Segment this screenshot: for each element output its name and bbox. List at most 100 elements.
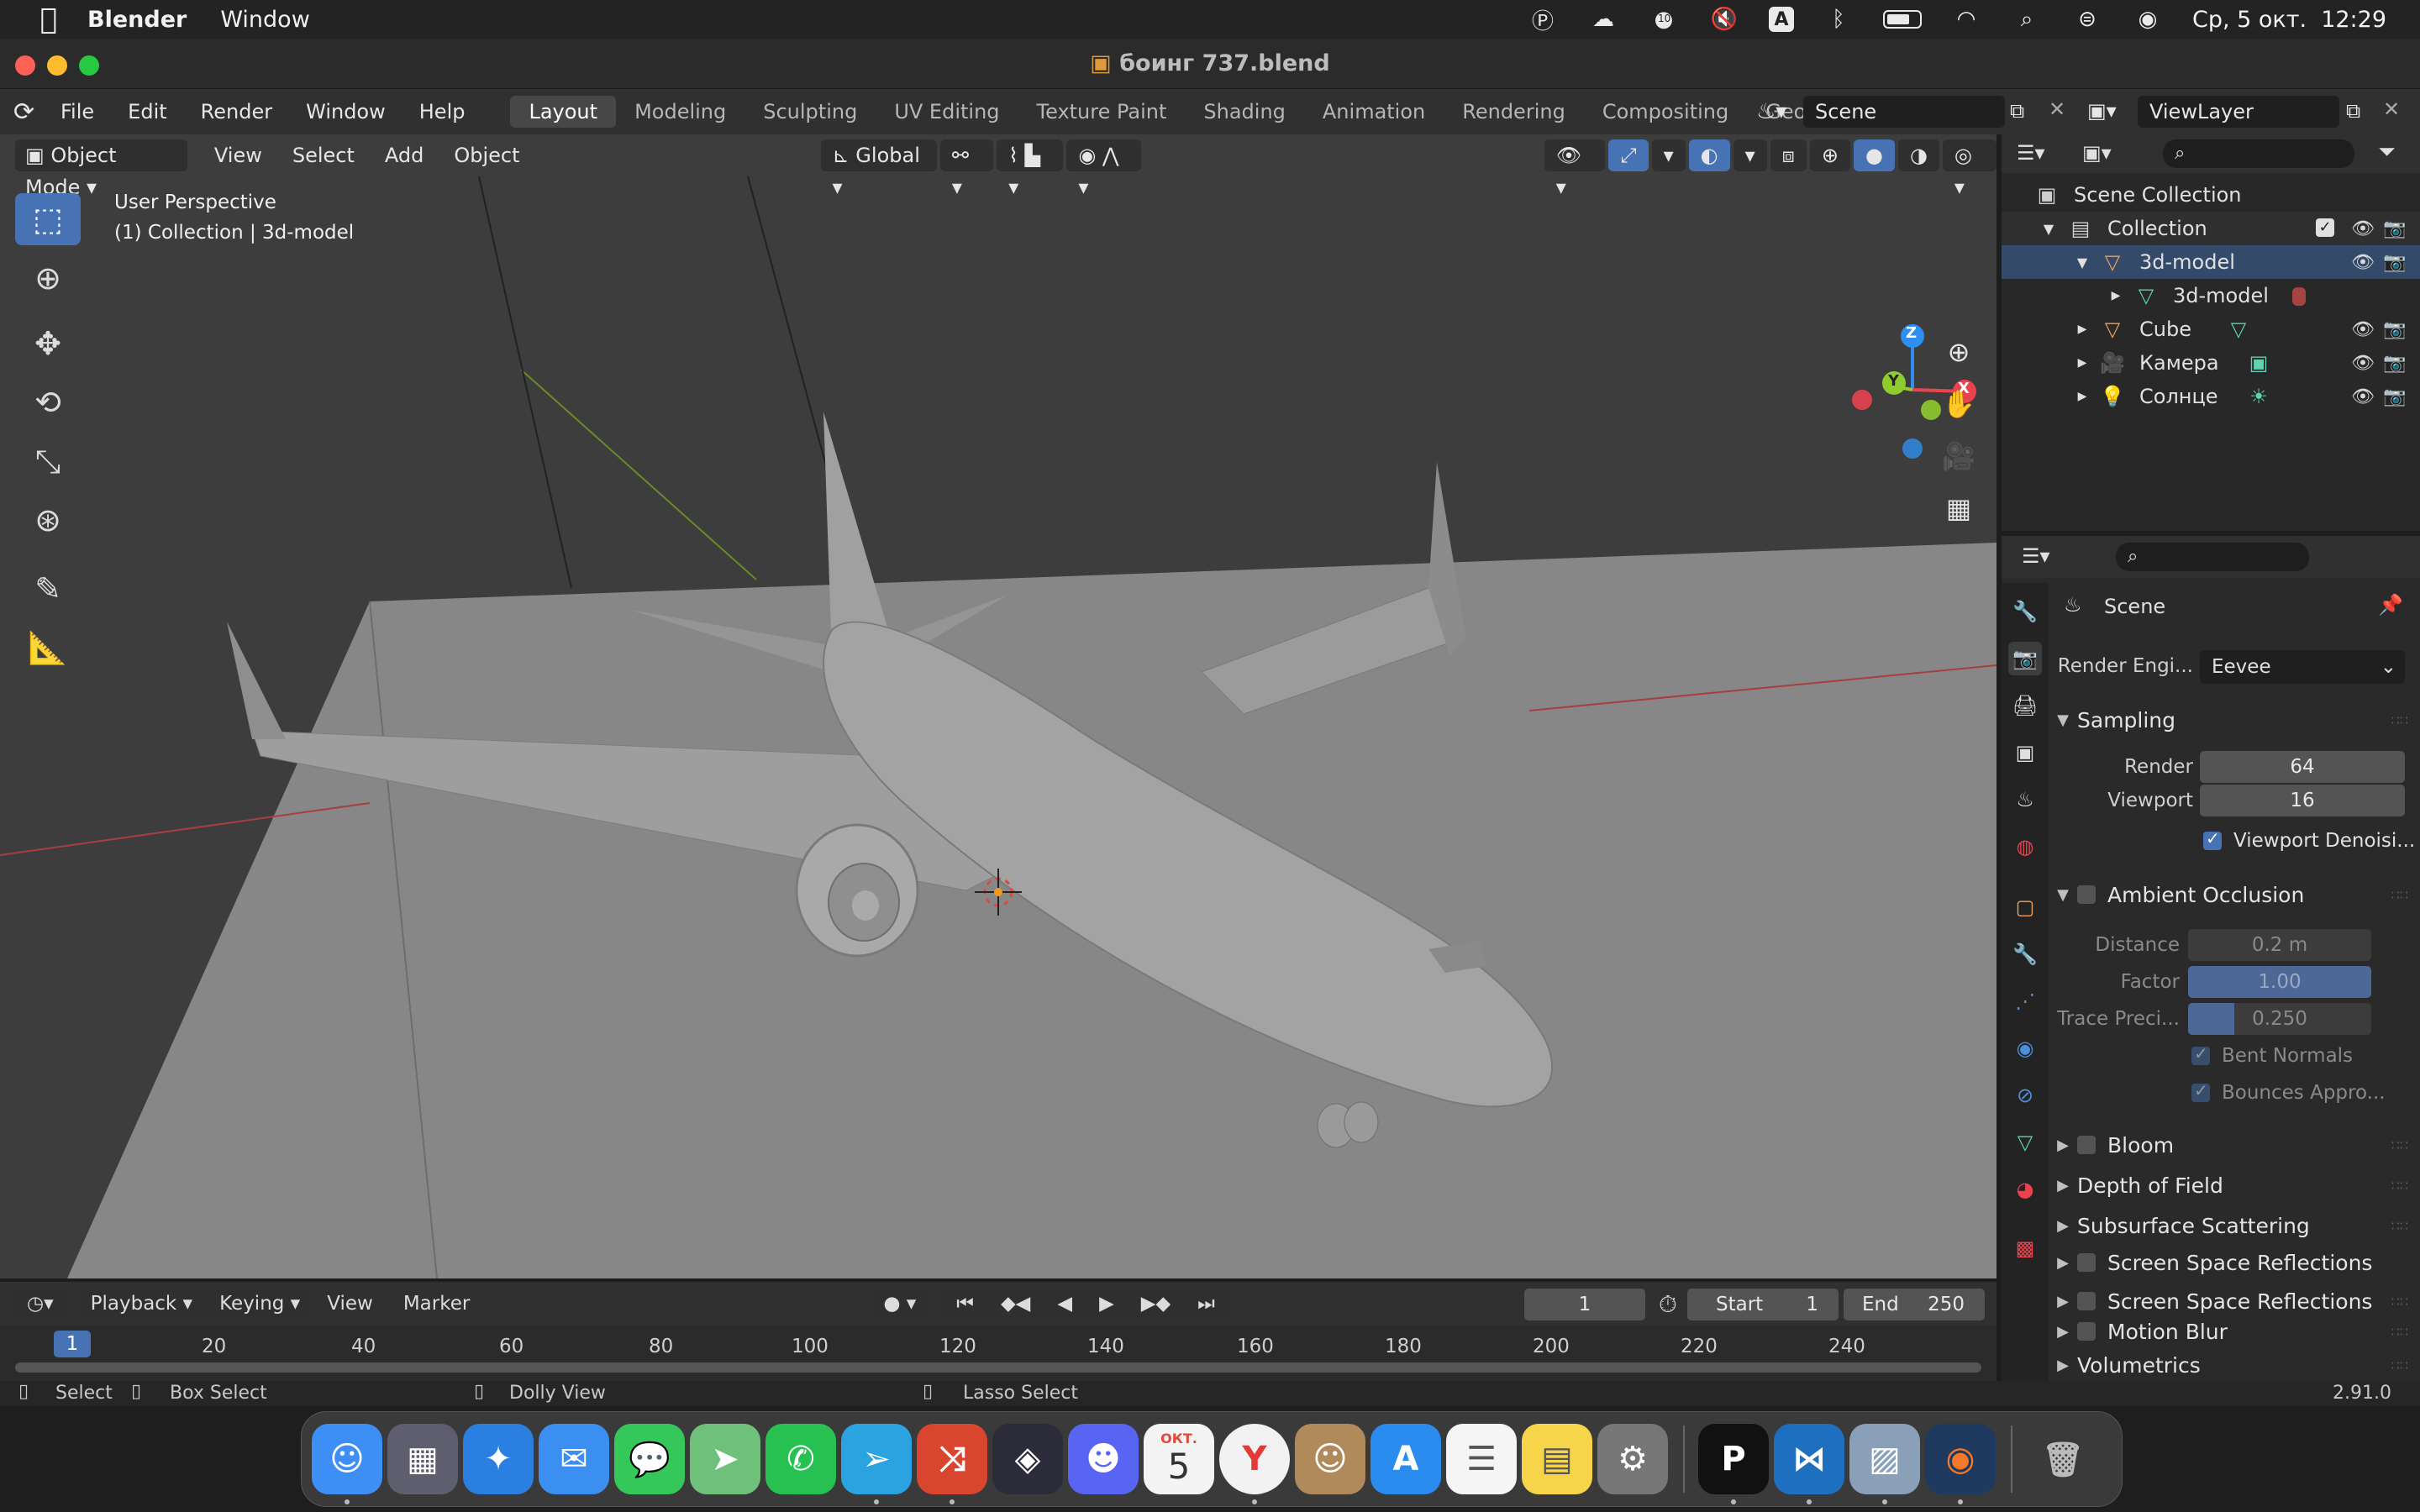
xray-toggle[interactable]: ⧈ xyxy=(1770,139,1807,171)
volumetrics-panel-header[interactable]: ▶ Volumetrics ∷∷ xyxy=(2049,1346,2420,1384)
snap-toggle-icon[interactable]: ⌇ ▙ ▾ xyxy=(997,139,1064,199)
modifier-tab-icon[interactable]: 🔧 xyxy=(2008,937,2042,971)
bloom-panel-header[interactable]: ▶ Bloom ∷∷ xyxy=(2049,1126,2420,1164)
davinci-resolve-icon[interactable]: ◈ xyxy=(992,1424,1063,1494)
bluetooth-icon[interactable]: ᛒ xyxy=(1823,7,1854,32)
render-engine-dropdown[interactable]: Eevee ⌄ xyxy=(2200,650,2405,684)
tab-texture-paint[interactable]: Texture Paint xyxy=(1018,96,1186,128)
output-tab-icon[interactable]: 🖨 xyxy=(2008,689,2042,722)
visibility-eye-icon[interactable]: 👁 xyxy=(2351,218,2375,239)
collapse-arrow-icon[interactable]: ▶ xyxy=(2070,351,2094,375)
viewport-scene[interactable] xyxy=(0,134,1996,1278)
render-camera-icon[interactable]: 📷 xyxy=(2383,386,2406,407)
gizmo-toggle[interactable]: ⤢ xyxy=(1608,139,1649,171)
notification-badge-icon[interactable]: ● 10 xyxy=(1648,7,1680,32)
transform-tool[interactable]: ⊛ xyxy=(15,494,81,546)
marker-menu[interactable]: Marker xyxy=(388,1288,486,1320)
physics-tab-icon[interactable]: ◉ xyxy=(2008,1032,2042,1065)
playhead[interactable]: 1 xyxy=(54,1331,91,1357)
menubar-datetime[interactable]: Ср, 5 окт. 12:29 xyxy=(2192,7,2386,33)
bloom-checkbox[interactable] xyxy=(2077,1136,2096,1154)
view-layer-field[interactable]: ViewLayer xyxy=(2138,96,2339,128)
jump-next-keyframe-button[interactable]: ▶◆ xyxy=(1128,1288,1183,1320)
tab-shading[interactable]: Shading xyxy=(1185,96,1304,128)
keying-menu[interactable]: Keying ▾ xyxy=(208,1288,313,1320)
siri-icon[interactable]: ◉ xyxy=(2132,7,2164,32)
file-menu[interactable]: File xyxy=(44,100,111,123)
viewport-denoising-checkbox[interactable]: Viewport Denoisi... xyxy=(2203,828,2415,852)
visibility-eye-icon[interactable]: 👁 xyxy=(2351,319,2375,340)
visibility-dropdown[interactable]: 👁 ▾ xyxy=(1544,139,1606,199)
finder-icon[interactable]: ☺ xyxy=(312,1424,382,1494)
render-camera-icon[interactable]: 📷 xyxy=(2383,252,2406,273)
tab-compositing[interactable]: Compositing xyxy=(1584,96,1747,128)
measure-tool[interactable]: 📐 xyxy=(15,622,81,674)
rotate-tool[interactable]: ⟲ xyxy=(15,376,81,428)
shading-material[interactable]: ◑ xyxy=(1897,139,1939,171)
mail-icon[interactable]: ✉ xyxy=(539,1424,609,1494)
scale-tool[interactable]: ⤡ xyxy=(15,435,81,487)
scene-selector-icon[interactable]: ♨▾ xyxy=(1756,99,1786,124)
preview-icon[interactable]: ▨ xyxy=(1849,1424,1920,1494)
ssr-checkbox-row[interactable] xyxy=(2077,1292,2096,1310)
system-preferences-icon[interactable]: ⚙ xyxy=(1597,1424,1668,1494)
blender-logo-icon[interactable]: ⟳ xyxy=(13,97,44,127)
auto-keying-toggle[interactable]: ● ▾ xyxy=(871,1288,929,1320)
ssr-checkbox[interactable] xyxy=(2077,1253,2096,1272)
tab-layout[interactable]: Layout xyxy=(510,96,617,128)
sampling-render-field[interactable]: 64 xyxy=(2200,751,2405,783)
reminders-icon[interactable]: ☰ xyxy=(1446,1424,1517,1494)
wifi-icon[interactable]: ◠ xyxy=(1950,7,1982,32)
texture-tab-icon[interactable]: ▩ xyxy=(2008,1231,2042,1265)
editor-type-icon[interactable]: ☰▾ xyxy=(2017,141,2045,165)
display-mode-icon[interactable]: ▣▾ xyxy=(2082,141,2112,165)
bent-normals-checkbox[interactable]: Bent Normals xyxy=(2191,1043,2353,1067)
timeline-view-menu[interactable]: View xyxy=(312,1288,388,1320)
tab-rendering[interactable]: Rendering xyxy=(1444,96,1584,128)
zoom-view-button[interactable]: ⊕ xyxy=(1936,329,1981,375)
outliner-item-3d-model[interactable]: ▼ ▽ 3d-model 👁 📷 xyxy=(2002,245,2420,279)
whatsapp-icon[interactable]: ✆ xyxy=(765,1424,836,1494)
bounces-approximation-checkbox[interactable]: Bounces Appro... xyxy=(2191,1080,2386,1104)
keyboard-layout-indicator[interactable]: A xyxy=(1768,7,1794,32)
tab-animation[interactable]: Animation xyxy=(1304,96,1444,128)
delete-scene-icon[interactable]: ✕ xyxy=(2049,97,2065,121)
collapse-arrow-icon[interactable]: ▶ xyxy=(2070,318,2094,341)
vscode-icon[interactable]: ⋈ xyxy=(1774,1424,1844,1494)
constraints-tab-icon[interactable]: ⊘ xyxy=(2008,1079,2042,1112)
select-menu[interactable]: Select xyxy=(277,139,370,171)
messages-icon[interactable]: 💬 xyxy=(614,1424,685,1494)
timeline-editor-type-icon[interactable]: ◷▾ xyxy=(15,1288,66,1320)
object-tab-icon[interactable]: ▢ xyxy=(2008,890,2042,924)
telegram-icon[interactable]: ➢ xyxy=(841,1424,912,1494)
battery-icon[interactable] xyxy=(1882,10,1922,29)
stopwatch-icon[interactable]: ⏱ xyxy=(1659,1290,1677,1319)
tool-tab-icon[interactable]: 🔧 xyxy=(2008,595,2042,628)
depth-of-field-panel-header[interactable]: ▶ Depth of Field ∷∷ xyxy=(2049,1166,2420,1205)
overlay-dropdown[interactable]: ▾ xyxy=(1733,139,1767,171)
menubar-window-menu[interactable]: Window xyxy=(220,7,309,33)
render-menu[interactable]: Render xyxy=(184,100,289,123)
shading-solid[interactable]: ● xyxy=(1853,139,1895,171)
material-tab-icon[interactable]: ◕ xyxy=(2008,1173,2042,1206)
tab-sculpting[interactable]: Sculpting xyxy=(744,96,876,128)
sampling-viewport-field[interactable]: 16 xyxy=(2200,785,2405,816)
pivot-point-dropdown[interactable]: ⚯ ▾ xyxy=(939,139,994,199)
expand-arrow-icon[interactable]: ▼ xyxy=(2037,217,2060,240)
proportional-edit-icon[interactable]: ◉ ⋀ ▾ xyxy=(1066,139,1141,199)
subsurface-scattering-panel-header[interactable]: ▶ Subsurface Scattering ∷∷ xyxy=(2049,1206,2420,1245)
contacts-icon[interactable]: ☺ xyxy=(1295,1424,1365,1494)
jump-end-button[interactable]: ⏭ xyxy=(1186,1288,1227,1320)
view-layer-tab-icon[interactable]: ▣ xyxy=(2008,736,2042,769)
camera-view-button[interactable]: 🎥 xyxy=(1936,433,1981,479)
render-tab-icon[interactable]: 📷 xyxy=(2008,642,2042,675)
jump-prev-keyframe-button[interactable]: ◆◀ xyxy=(988,1288,1043,1320)
view-layer-icon[interactable]: ▣▾ xyxy=(2087,99,2117,123)
render-camera-icon[interactable]: 📷 xyxy=(2383,218,2406,239)
ambient-occlusion-panel-header[interactable]: ▼ Ambient Occlusion ∷∷ xyxy=(2049,875,2420,914)
add-menu[interactable]: Add xyxy=(370,139,439,171)
launchpad-icon[interactable]: ▦ xyxy=(387,1424,458,1494)
blender-dock-icon[interactable]: ◉ xyxy=(1925,1424,1996,1494)
maps-icon[interactable]: ➤ xyxy=(690,1424,760,1494)
current-frame-field[interactable]: 1 xyxy=(1524,1289,1645,1320)
